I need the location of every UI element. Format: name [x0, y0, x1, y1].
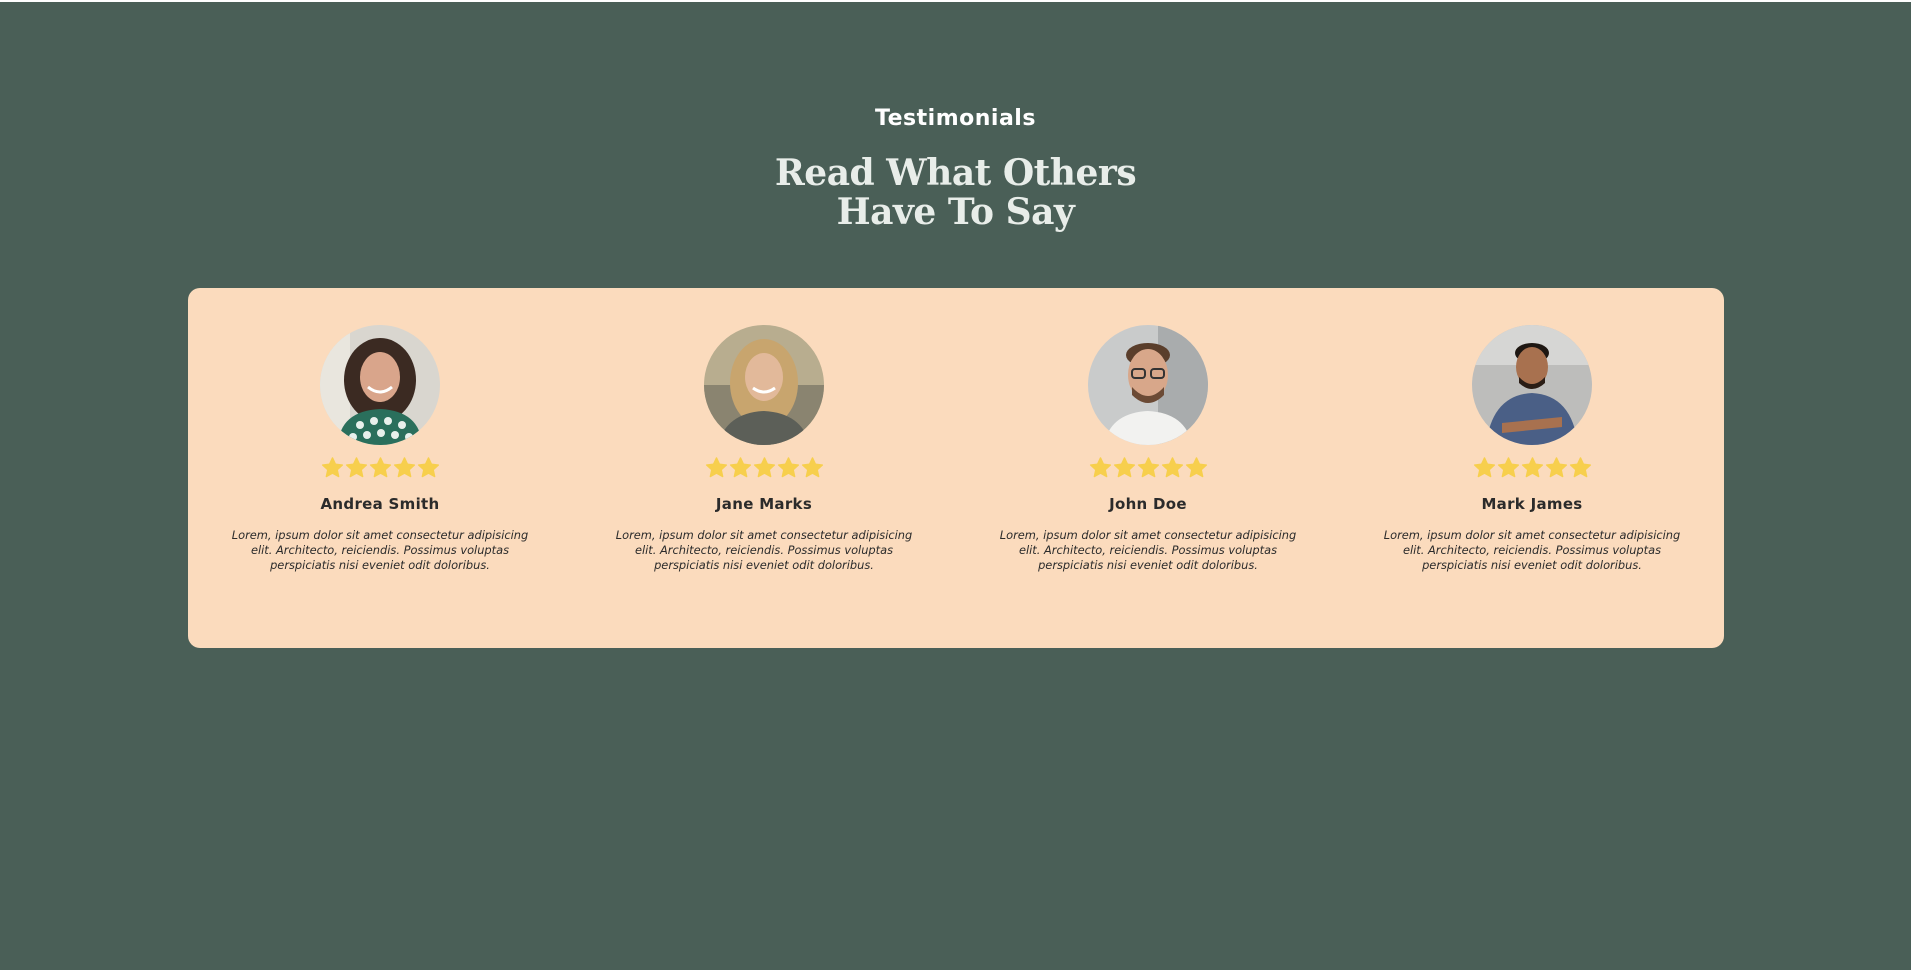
star-icon [345, 457, 367, 478]
rating-stars [188, 456, 572, 484]
testimonial-quote: Lorem, ipsum dolor sit amet consectetur … [231, 528, 529, 572]
star-icon [1545, 457, 1567, 478]
star-icon [1113, 457, 1135, 478]
star-icon [729, 457, 751, 478]
avatar-john-doe [1088, 325, 1208, 445]
avatar-jane-marks [704, 325, 824, 445]
star-icon [393, 457, 415, 478]
star-icon [1161, 457, 1183, 478]
star-icon [1089, 457, 1111, 478]
star-icon [1521, 457, 1543, 478]
star-icon [1473, 457, 1495, 478]
testimonial-quote: Lorem, ipsum dolor sit amet consectetur … [999, 528, 1297, 572]
star-icon [1497, 457, 1519, 478]
reviewer-name: Jane Marks [715, 495, 813, 513]
rating-stars [572, 456, 956, 484]
testimonials-section: Testimonials Read What Others Have To Sa… [0, 2, 1911, 970]
headline-line-2: Have To Say [836, 191, 1075, 233]
rating-stars [1340, 456, 1724, 484]
testimonial-mark-james: Mark James Lorem, ipsum dolor sit amet c… [1340, 288, 1724, 648]
star-icon [1185, 457, 1207, 478]
star-icon [801, 457, 823, 478]
testimonial-quote: Lorem, ipsum dolor sit amet consectetur … [1383, 528, 1681, 572]
star-icon [321, 457, 343, 478]
avatar-mark-james [1472, 325, 1592, 445]
testimonial-andrea-smith: Andrea Smith Lorem, ipsum dolor sit amet… [188, 288, 572, 648]
reviewer-name: Mark James [1481, 495, 1583, 513]
star-icon [1137, 457, 1159, 478]
testimonials-card: Andrea Smith Lorem, ipsum dolor sit amet… [188, 288, 1724, 648]
rating-stars [956, 456, 1340, 484]
headline-line-1: Read What Others [774, 152, 1137, 194]
testimonial-jane-marks: Jane Marks Lorem, ipsum dolor sit amet c… [572, 288, 956, 648]
section-label: Testimonials [875, 106, 1036, 131]
star-icon [705, 457, 727, 478]
testimonial-john-doe: John Doe Lorem, ipsum dolor sit amet con… [956, 288, 1340, 648]
testimonial-quote: Lorem, ipsum dolor sit amet consectetur … [615, 528, 913, 572]
star-icon [417, 457, 439, 478]
star-icon [753, 457, 775, 478]
section-headline: Read What Others Have To Say [0, 154, 1911, 232]
star-icon [1569, 457, 1591, 478]
reviewer-name: John Doe [1109, 495, 1187, 513]
star-icon [369, 457, 391, 478]
star-icon [777, 457, 799, 478]
reviewer-name: Andrea Smith [320, 495, 440, 513]
avatar-andrea-smith [320, 325, 440, 445]
